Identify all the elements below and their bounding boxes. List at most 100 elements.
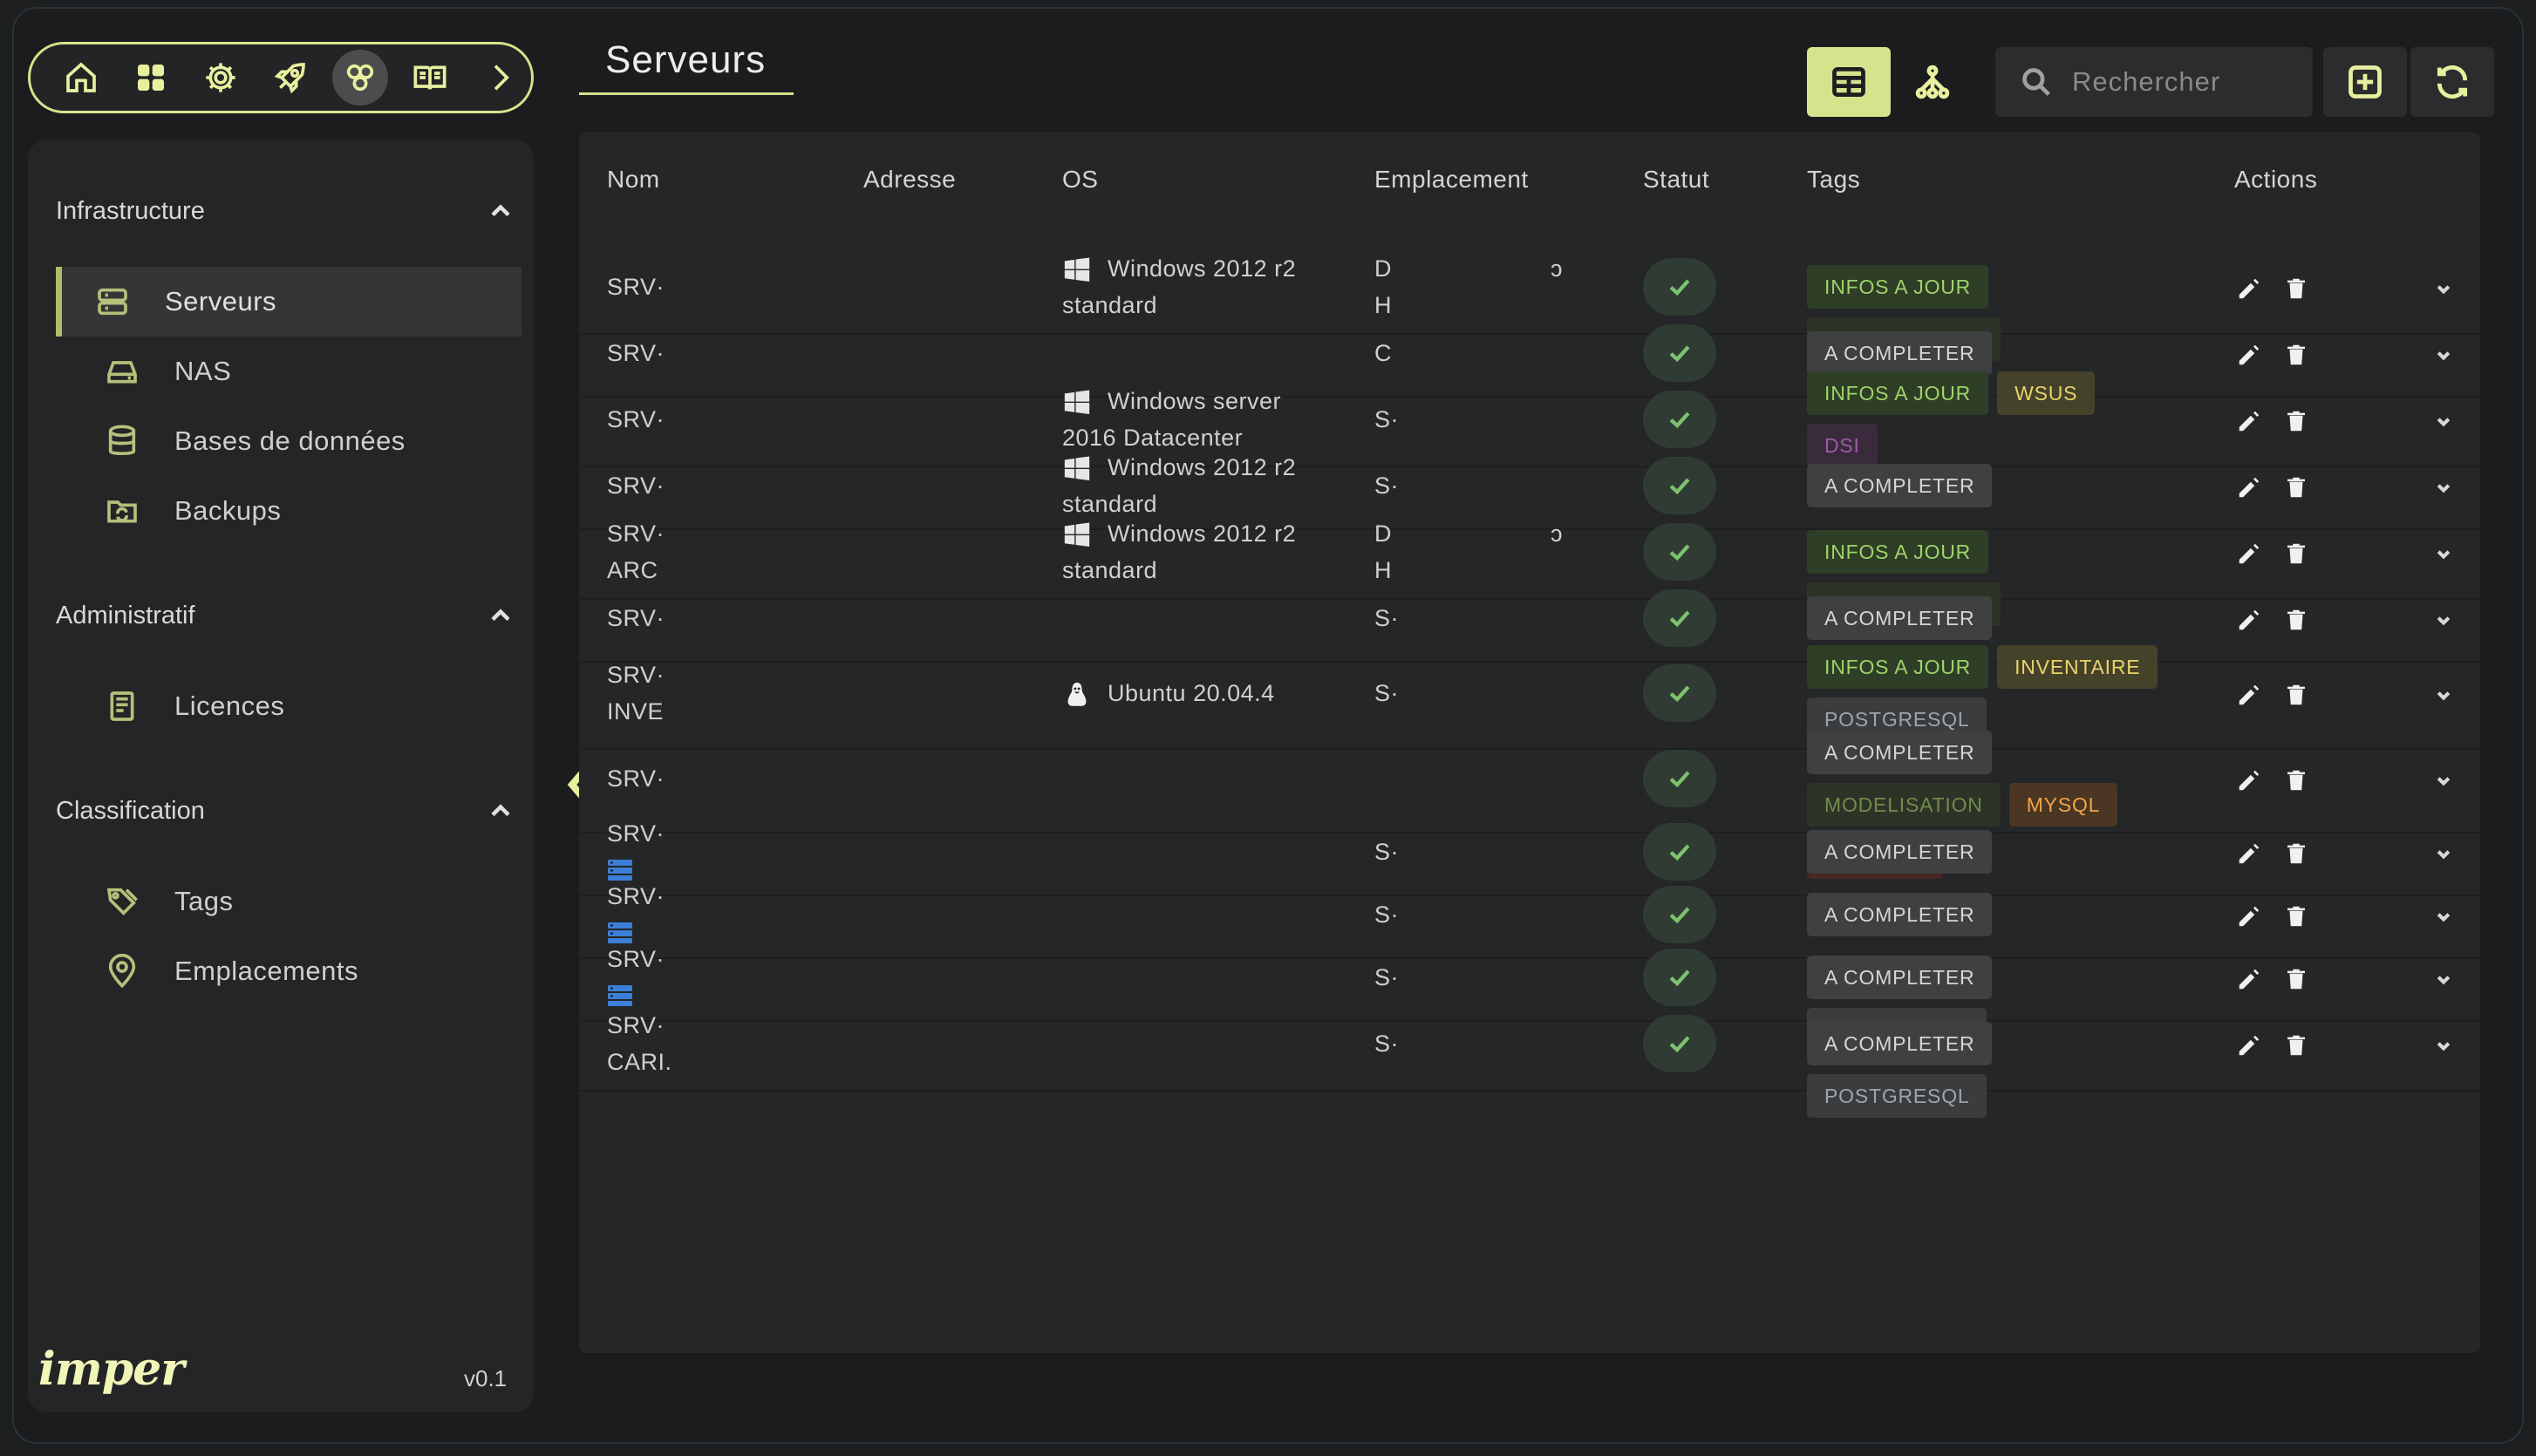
tag-badge[interactable]: A COMPLETER xyxy=(1807,830,1993,874)
edit-icon[interactable] xyxy=(2236,342,2262,372)
tag-badge[interactable]: A COMPLETER xyxy=(1807,731,1993,774)
tag-badge[interactable]: A COMPLETER xyxy=(1807,464,1993,507)
edit-icon[interactable] xyxy=(2236,903,2262,934)
tag-badge[interactable]: INFOS A JOUR xyxy=(1807,265,1989,309)
edit-icon[interactable] xyxy=(2236,276,2262,306)
expand-row-button[interactable] xyxy=(2431,904,2456,929)
expand-row-button[interactable] xyxy=(2431,841,2456,866)
tag-badge[interactable]: A COMPLETER xyxy=(1807,1022,1993,1065)
delete-icon[interactable] xyxy=(2283,1032,2309,1063)
sidebar-item-licences[interactable]: Licences xyxy=(56,671,522,741)
server-name-line: SRV· xyxy=(607,605,665,631)
sidebar-item-bases-de-donnees[interactable]: Bases de données xyxy=(56,406,522,476)
edit-icon[interactable] xyxy=(2236,840,2262,871)
tag-badge[interactable]: INFOS A JOUR xyxy=(1807,371,1989,415)
settings-icon[interactable] xyxy=(193,50,249,105)
section-administratif[interactable]: Administratif xyxy=(56,595,527,636)
chevron-down-icon xyxy=(2437,616,2451,626)
delete-icon[interactable] xyxy=(2283,767,2309,798)
edit-icon[interactable] xyxy=(2236,966,2262,997)
section-classification[interactable]: Classification xyxy=(56,790,527,832)
tag-badge[interactable]: WSUS xyxy=(1997,371,2096,415)
server-name-line: SRV· xyxy=(607,820,665,847)
expand-row-button[interactable] xyxy=(2431,683,2456,707)
expand-row-button[interactable] xyxy=(2431,967,2456,991)
expand-row-button[interactable] xyxy=(2431,608,2456,632)
server-name[interactable]: SRV· xyxy=(607,878,665,943)
tag-badge[interactable]: A COMPLETER xyxy=(1807,893,1993,936)
server-name[interactable]: SRV· xyxy=(607,335,665,371)
tag-badge[interactable]: INFOS A JOUR xyxy=(1807,645,1989,689)
edit-icon[interactable] xyxy=(2236,767,2262,798)
tag-badge[interactable]: POSTGRESQL xyxy=(1807,1074,1987,1118)
column-header-statut[interactable]: Statut xyxy=(1643,166,1709,194)
refresh-button[interactable] xyxy=(2410,47,2494,117)
server-name[interactable]: SRV· xyxy=(607,600,665,636)
sidebar-item-serveurs[interactable]: Serveurs xyxy=(56,267,522,337)
server-name[interactable]: SRV· xyxy=(607,401,665,438)
delete-icon[interactable] xyxy=(2283,966,2309,997)
delete-icon[interactable] xyxy=(2283,607,2309,637)
tag-badge[interactable]: A COMPLETER xyxy=(1807,956,1993,999)
edit-icon[interactable] xyxy=(2236,541,2262,571)
delete-icon[interactable] xyxy=(2283,840,2309,871)
column-header-nom[interactable]: Nom xyxy=(607,166,660,194)
server-name[interactable]: SRV· xyxy=(607,760,665,797)
network-icon[interactable] xyxy=(332,50,388,105)
edit-icon[interactable] xyxy=(2236,474,2262,505)
server-name[interactable]: SRV· CARI. xyxy=(607,1007,672,1080)
search-input[interactable] xyxy=(2072,66,2299,98)
server-name[interactable]: SRV· xyxy=(607,269,665,305)
column-header-actions[interactable]: Actions xyxy=(2234,166,2317,194)
expand-row-button[interactable] xyxy=(2431,475,2456,500)
expand-row-button[interactable] xyxy=(2431,768,2456,793)
column-header-emplacement[interactable]: Emplacement xyxy=(1374,166,1529,194)
server-name[interactable]: SRV· xyxy=(607,815,665,881)
apps-icon[interactable] xyxy=(123,50,179,105)
sidebar-item-backups[interactable]: Backups xyxy=(56,476,522,546)
tag-badge[interactable]: INFOS A JOUR xyxy=(1807,530,1989,574)
expand-row-button[interactable] xyxy=(2431,276,2456,301)
expand-row-button[interactable] xyxy=(2431,409,2456,433)
delete-icon[interactable] xyxy=(2283,541,2309,571)
delete-icon[interactable] xyxy=(2283,408,2309,439)
delete-icon[interactable] xyxy=(2283,276,2309,306)
column-header-tags[interactable]: Tags xyxy=(1807,166,1860,194)
table-row[interactable]: SRV· CARI. S· A COMPLETER POSTGRESQL xyxy=(579,996,2480,1118)
expand-row-button[interactable] xyxy=(2431,343,2456,367)
sidebar-item-nas[interactable]: NAS xyxy=(56,337,522,406)
rocket-icon[interactable] xyxy=(262,50,318,105)
chevron-right-icon[interactable] xyxy=(472,50,528,105)
expand-row-button[interactable] xyxy=(2431,1033,2456,1058)
book-icon[interactable] xyxy=(402,50,458,105)
status-badge xyxy=(1643,750,1716,807)
section-infrastructure[interactable]: Infrastructure xyxy=(56,190,527,232)
tag-badge[interactable]: INVENTAIRE xyxy=(1997,645,2158,689)
home-icon[interactable] xyxy=(53,50,109,105)
tree-view-button[interactable] xyxy=(1891,47,1974,117)
sidebar-item-tags[interactable]: Tags xyxy=(56,867,522,936)
edit-icon[interactable] xyxy=(2236,607,2262,637)
delete-icon[interactable] xyxy=(2283,682,2309,712)
server-name[interactable]: SRV· xyxy=(607,467,665,504)
edit-icon[interactable] xyxy=(2236,682,2262,712)
edit-icon[interactable] xyxy=(2236,1032,2262,1063)
search-box[interactable] xyxy=(1995,47,2313,117)
table-view-button[interactable] xyxy=(1807,47,1891,117)
server-name[interactable]: SRV· xyxy=(607,941,665,1006)
delete-icon[interactable] xyxy=(2283,903,2309,934)
tag-badge[interactable]: A COMPLETER xyxy=(1807,331,1993,375)
server-name[interactable]: SRV· INVE xyxy=(607,657,665,730)
sidebar-item-emplacements[interactable]: Emplacements xyxy=(56,936,522,1006)
expand-row-button[interactable] xyxy=(2431,541,2456,566)
delete-icon[interactable] xyxy=(2283,474,2309,505)
column-header-os[interactable]: OS xyxy=(1062,166,1098,194)
add-server-button[interactable] xyxy=(2323,47,2407,117)
delete-icon[interactable] xyxy=(2283,342,2309,372)
location-label: D xyxy=(1374,520,1392,547)
sidebar: Infrastructure Serveurs NAS Bases de don… xyxy=(28,139,534,1412)
edit-icon[interactable] xyxy=(2236,408,2262,439)
column-header-adresse[interactable]: Adresse xyxy=(863,166,956,194)
tag-badge[interactable]: A COMPLETER xyxy=(1807,596,1993,640)
check-icon xyxy=(1669,771,1690,788)
